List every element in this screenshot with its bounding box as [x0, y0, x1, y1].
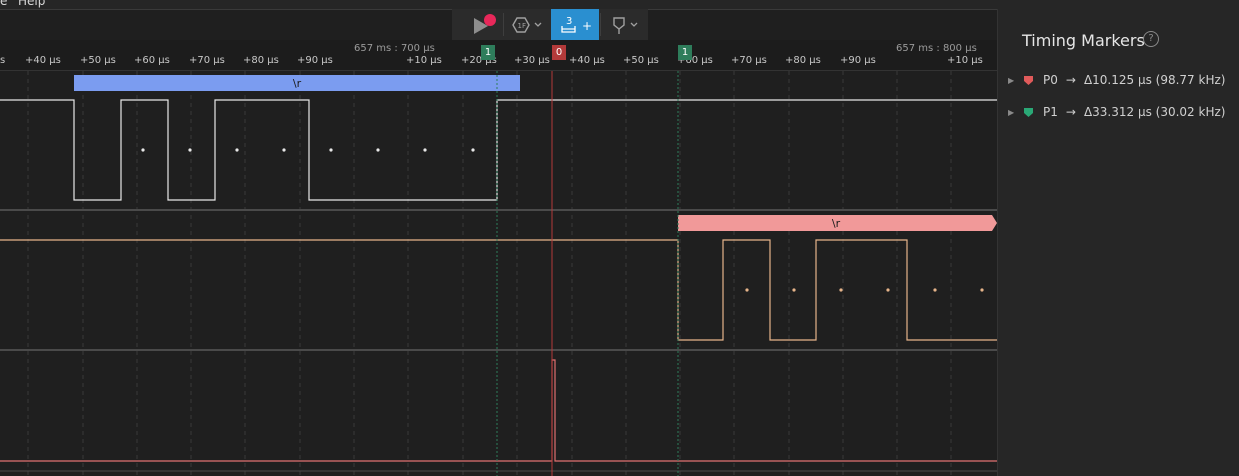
arrow-right-icon: → [1065, 73, 1076, 87]
tick-label: +40 µs [25, 55, 61, 66]
time-ruler[interactable]: s +40 µs +50 µs +60 µs +70 µs +80 µs +90… [0, 40, 997, 71]
channel-0-waveform [0, 99, 997, 201]
marker-name: P1 [1043, 105, 1058, 119]
chevron-right-icon[interactable]: ▶ [1008, 108, 1018, 117]
tick-label: +40 µs [569, 55, 605, 66]
tick-label: s [0, 55, 6, 66]
marker-row-p0[interactable]: ▶ P0 → Δ10.125 µs (98.77 kHz) [1008, 71, 1225, 89]
marker-color-icon [1024, 75, 1033, 85]
svg-text:3: 3 [566, 16, 572, 27]
tick-label: +30 µs [514, 55, 550, 66]
grid-lines [27, 71, 952, 476]
svg-text:\r: \r [832, 217, 841, 230]
tick-label: +60 µs [134, 55, 170, 66]
marker-name: P0 [1043, 73, 1058, 87]
waveform-plot[interactable]: \r \r [0, 71, 997, 476]
marker-delta: Δ10.125 µs (98.77 kHz) [1083, 73, 1226, 87]
tick-label: +10 µs [947, 55, 983, 66]
svg-text:\r: \r [293, 77, 302, 90]
tick-label: +90 µs [297, 55, 333, 66]
marker-flag-p0[interactable]: 0 [552, 45, 566, 60]
marker-color-icon [1024, 107, 1033, 117]
measure-button[interactable]: 3 + [551, 9, 599, 40]
tick-label: +80 µs [785, 55, 821, 66]
channel-0-decode-bubble[interactable]: \r [74, 75, 520, 91]
menu-item-help[interactable]: Help [18, 0, 45, 8]
chevron-right-icon[interactable]: ▶ [1008, 76, 1018, 85]
timing-marker-dropdown-button[interactable] [602, 9, 646, 40]
tick-label: +10 µs [406, 55, 442, 66]
timing-marker-icon [613, 16, 638, 34]
arrow-right-icon: → [1065, 105, 1076, 119]
trigger-dropdown-button[interactable]: 1F [506, 9, 550, 40]
channel-1-decode-bubble[interactable]: \r [678, 215, 997, 231]
marker-delta: Δ33.312 µs (30.02 kHz) [1083, 105, 1226, 119]
help-icon[interactable]: ? [1143, 31, 1159, 47]
play-button[interactable] [460, 9, 502, 40]
menu-item-edit[interactable]: e [0, 0, 7, 8]
capture-toolbar: 1F 3 + [452, 9, 648, 41]
marker-row-p1[interactable]: ▶ P1 → Δ33.312 µs (30.02 kHz) [1008, 103, 1225, 121]
channel-1-bit-dots [745, 288, 984, 292]
tick-label: +90 µs [840, 55, 876, 66]
marker-flag-p1-end[interactable]: 1 [678, 45, 692, 60]
channel-1-waveform [0, 239, 997, 341]
svg-text:1F: 1F [518, 22, 526, 30]
marker-flag-p1-start[interactable]: 1 [481, 45, 495, 60]
tick-label: +70 µs [731, 55, 767, 66]
time-reference-label: 657 ms : 800 µs [896, 43, 977, 54]
panel-title: Timing Markers [1022, 31, 1145, 50]
tick-label: +50 µs [623, 55, 659, 66]
measure-icon: 3 + [561, 16, 592, 33]
trigger-settings-icon: 1F [512, 16, 542, 33]
timing-markers-panel: Timing Markers ? ▶ P0 → Δ10.125 µs (98.7… [997, 9, 1239, 476]
tick-label: +50 µs [80, 55, 116, 66]
channel-2-waveform [0, 359, 997, 462]
time-reference-label: 657 ms : 700 µs [354, 43, 435, 54]
tick-label: +70 µs [189, 55, 225, 66]
play-icon [474, 13, 496, 34]
svg-text:+: + [582, 19, 592, 33]
tick-label: +80 µs [243, 55, 279, 66]
